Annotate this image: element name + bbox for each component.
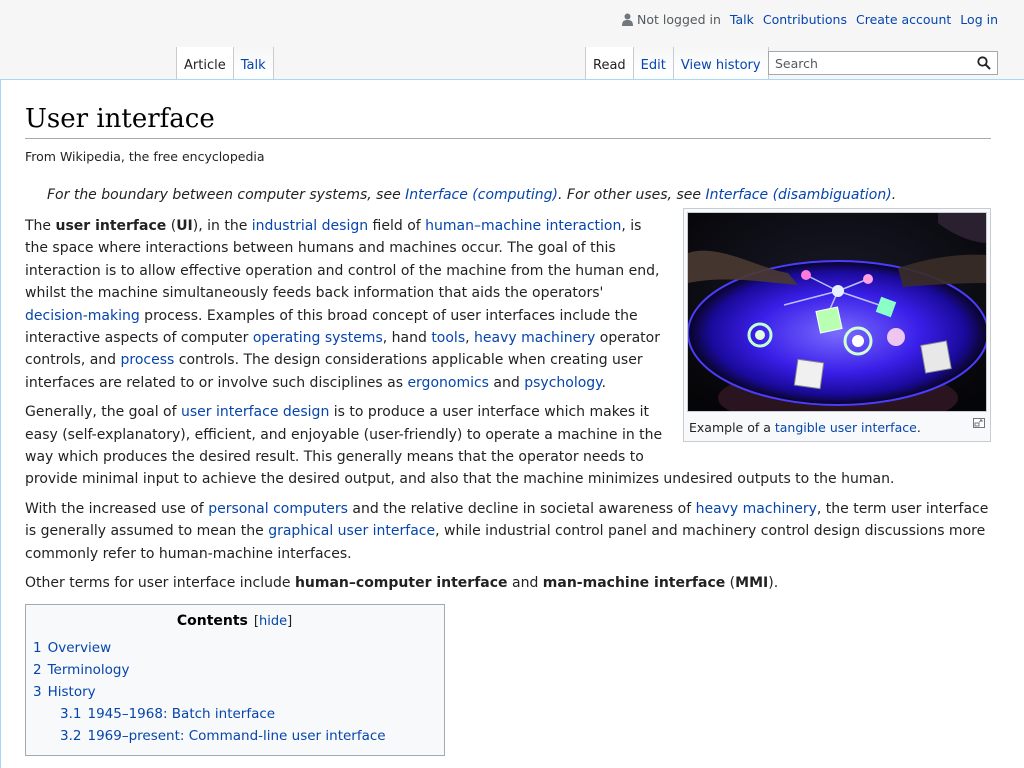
tab-edit[interactable]: Edit [632,47,673,80]
personal-tools: Not logged in Talk Contributions Create … [613,9,998,29]
ergonomics-link[interactable]: ergonomics [407,375,489,391]
graphical-user-interface-link[interactable]: graphical user interface [268,523,435,539]
toc-header: Contents [hide] [33,613,436,629]
table-of-contents: Contents [hide] 1 Overview 2 Terminology 3H… [25,603,445,756]
toc-toggle: [hide] [253,613,293,629]
toc-item-overview[interactable]: 1 Overview [33,637,436,659]
tab-talk[interactable]: Talk [232,47,274,80]
log-in-link[interactable]: Log in [960,12,998,27]
search-icon[interactable] [977,56,991,70]
decision-making-link[interactable]: decision-making [25,308,140,324]
tab-read[interactable]: Read [585,47,633,80]
hatnote-text: . For other uses, see [558,187,706,203]
contributions-link[interactable]: Contributions [763,12,847,27]
toc-item-command-line[interactable]: 3.2 1969–present: Command-line user inter… [33,725,436,747]
tangible-ui-image[interactable] [687,212,987,412]
process-link[interactable]: process [121,352,175,368]
toc-hide-link[interactable]: hide [259,614,287,629]
tab-article[interactable]: Article [176,47,233,80]
industrial-design-link[interactable]: industrial design [252,218,368,234]
caption-text: Example of a [689,420,775,435]
heavy-machinery-link[interactable]: heavy machinery [474,330,595,346]
user-talk-link[interactable]: Talk [730,12,754,27]
toc-title: Contents [176,612,248,629]
toc-item-batch-interface[interactable]: 3.1 1945–1968: Batch interface [33,703,436,725]
tab-view-history[interactable]: View history [672,47,769,80]
caption-end: . [916,420,921,435]
psychology-link[interactable]: psychology [524,375,601,391]
thumbnail-caption: Example of a tangible user interface. [687,412,987,438]
anon-status: Not logged in [622,12,721,27]
tangible-ui-link[interactable]: tangible user interface [775,420,917,435]
paragraph-personal-computers: With the increased use of personal compu… [25,500,989,562]
toc-item-terminology[interactable]: 2 Terminology [33,659,436,681]
user-icon [622,13,634,26]
hatnote: For the boundary between computer system… [47,185,991,205]
view-tabs: Read Edit View history [585,45,769,80]
user-interface-design-link[interactable]: user interface design [181,404,329,420]
paragraph-other-terms: Other terms for user interface include h… [25,575,779,592]
toc-list: 1 Overview 2 Terminology 3 History 3.1 1945–… [33,637,436,747]
hatnote-link-interface-computing[interactable]: Interface (computing) [405,187,558,203]
personal-computers-link[interactable]: personal computers [208,501,348,517]
site-subtitle: From Wikipedia, the free encyclopedia [25,149,265,164]
toc-item-history[interactable]: 3 History [33,681,436,703]
heavy-machinery-link-2[interactable]: heavy machinery [696,501,817,517]
page-title: User interface [25,104,991,139]
search-box [768,51,998,75]
tools-link[interactable]: tools [431,330,465,346]
operating-systems-link[interactable]: operating systems [253,330,383,346]
hatnote-link-interface-disambiguation[interactable]: Interface (disambiguation) [705,187,891,203]
thumbnail-figure: Example of a tangible user interface. [683,208,991,442]
not-logged-in-label: Not logged in [637,11,721,27]
hatnote-text: For the boundary between computer system… [47,187,406,203]
create-account-link[interactable]: Create account [856,12,951,27]
search-input[interactable] [769,53,971,73]
magnify-icon[interactable] [973,418,985,428]
tangible-table-illustration [688,213,986,411]
content-area: User interface From Wikipedia, the free … [0,79,1024,768]
hatnote-text: . [891,187,897,203]
namespace-tabs: Article Talk [176,45,274,80]
human-machine-interaction-link[interactable]: human–machine interaction [425,218,621,234]
